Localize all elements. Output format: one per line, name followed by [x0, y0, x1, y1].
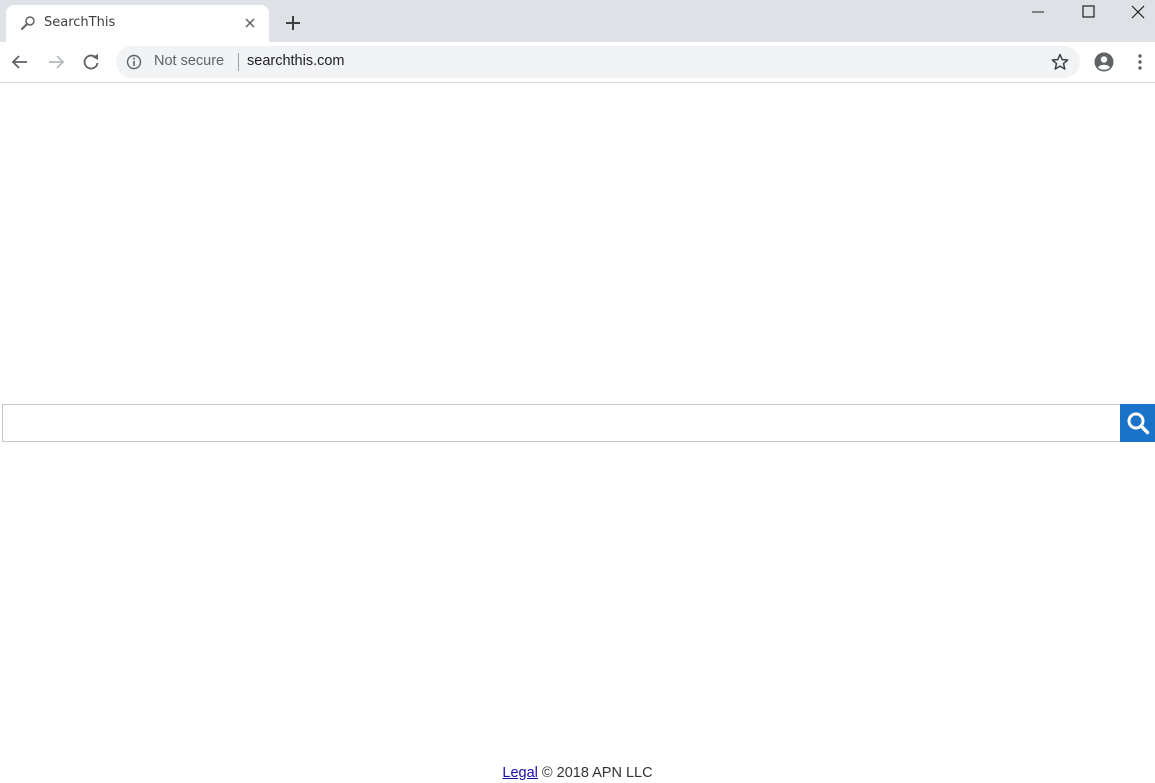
profile-icon[interactable] [1093, 51, 1115, 73]
forward-arrow-icon[interactable] [45, 51, 67, 73]
search-magnifier-icon [21, 16, 35, 30]
address-separator [238, 53, 239, 71]
maximize-icon[interactable] [1065, 0, 1111, 30]
legal-link[interactable]: Legal [502, 765, 537, 781]
tab-title: SearchThis [44, 15, 116, 30]
browser-toolbar: Not secure searchthis.com [0, 42, 1155, 83]
address-bar[interactable]: Not secure searchthis.com [116, 46, 1080, 78]
security-label[interactable]: Not secure [154, 53, 224, 69]
info-icon[interactable] [126, 54, 142, 70]
minimize-icon[interactable] [1015, 0, 1061, 30]
browser-tab[interactable]: SearchThis [6, 5, 269, 42]
tab-close-icon[interactable] [243, 16, 257, 30]
search-button[interactable] [1120, 404, 1155, 442]
url-text[interactable]: searchthis.com [247, 53, 345, 69]
tab-strip: SearchThis [0, 0, 1155, 42]
back-arrow-icon[interactable] [9, 51, 31, 73]
window-close-icon[interactable] [1115, 0, 1155, 30]
footer: Legal © 2018 APN LLC [0, 765, 1155, 781]
search-input[interactable] [2, 404, 1131, 442]
new-tab-icon[interactable] [283, 13, 303, 33]
copyright-text: © 2018 APN LLC [537, 765, 653, 781]
menu-icon[interactable] [1131, 51, 1149, 73]
star-icon[interactable] [1050, 52, 1070, 72]
reload-icon[interactable] [80, 51, 102, 73]
search-icon [1127, 412, 1150, 435]
